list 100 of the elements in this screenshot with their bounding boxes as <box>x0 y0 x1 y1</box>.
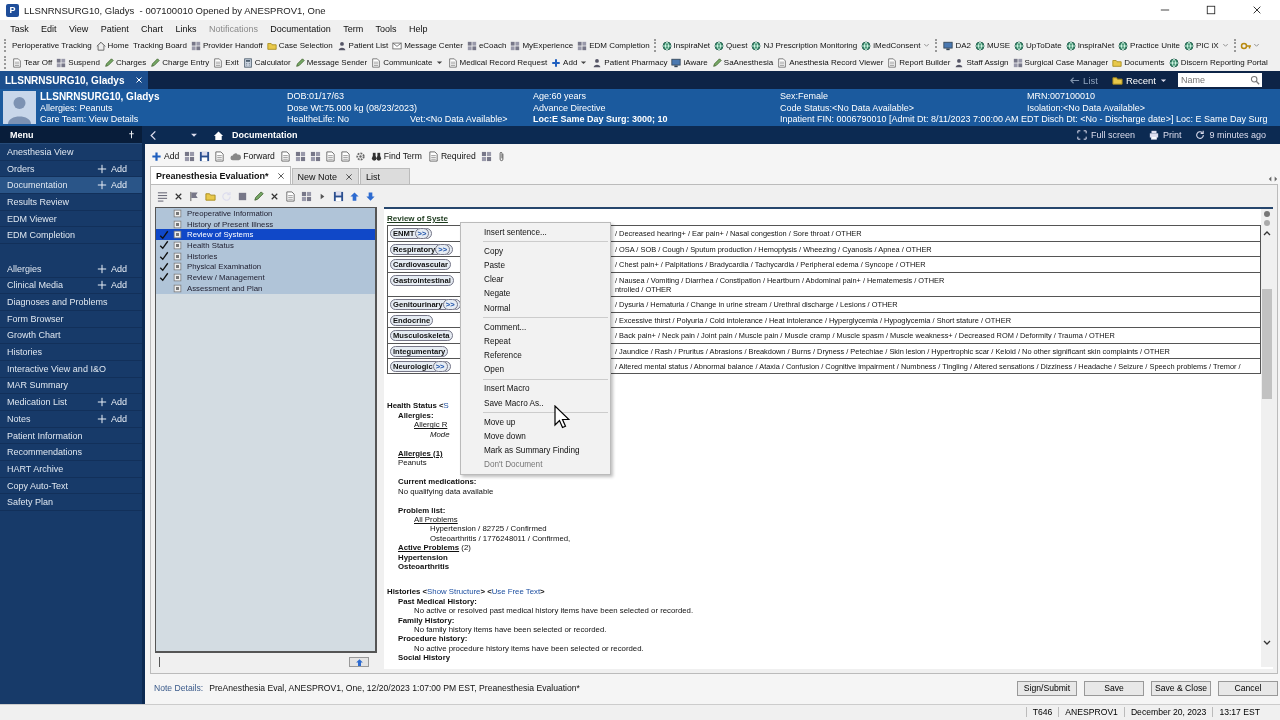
toolbar-button[interactable]: iAware <box>669 55 710 70</box>
grid-icon[interactable] <box>301 190 312 202</box>
gear-icon[interactable] <box>354 150 366 162</box>
toolbar-button[interactable]: PIC iX <box>1181 38 1221 53</box>
toolbar-button[interactable]: Add <box>549 55 591 70</box>
toolbar-button[interactable]: Discern Reporting Portal <box>1166 55 1270 70</box>
document-tab[interactable]: New Note <box>291 168 360 184</box>
sidebar-item[interactable]: Documentation Add <box>0 177 142 195</box>
document-tab[interactable]: List <box>360 168 411 184</box>
toolbar-button[interactable]: Communicate <box>369 55 446 70</box>
menu-item[interactable]: Negate <box>461 286 610 301</box>
sidebar-item[interactable]: Clinical Media Add <box>0 277 142 295</box>
scroll-top-button[interactable] <box>349 657 369 667</box>
pencil-icon[interactable] <box>253 190 264 202</box>
sidebar-item[interactable]: Allergies Add <box>0 260 142 278</box>
care-team-link[interactable]: Care Team: View Details <box>40 114 287 126</box>
toolbar-button[interactable]: Quest <box>712 38 750 53</box>
add-button[interactable]: Add <box>97 413 127 424</box>
menu-item[interactable]: Save Macro As.. <box>461 396 610 411</box>
toolbar-button[interactable]: Documents <box>1110 55 1167 70</box>
action-button[interactable]: Save <box>1084 680 1144 696</box>
menu-item[interactable]: Paste <box>461 258 610 273</box>
toolbar-link[interactable]: 9 minutes ago <box>1195 130 1266 140</box>
toolbar-button[interactable]: Forward <box>229 150 276 162</box>
menu-item[interactable]: Clear <box>461 272 610 287</box>
add-button[interactable]: Add <box>97 280 127 291</box>
menu-item[interactable]: Open <box>461 362 610 377</box>
recent-menu[interactable]: Recent <box>1111 74 1168 86</box>
toolbar-button[interactable]: iMedConsent <box>859 38 923 53</box>
menu-item[interactable]: Normal <box>461 300 610 316</box>
menu-item[interactable]: Documentation <box>264 23 338 34</box>
menu-item[interactable]: Links <box>169 23 203 34</box>
document-icon[interactable] <box>285 190 296 202</box>
document-icon[interactable] <box>324 150 336 162</box>
add-button[interactable]: Add <box>97 163 127 174</box>
menu-item[interactable]: Reference <box>461 348 610 363</box>
sidebar-item[interactable]: Medication List Add <box>0 394 142 411</box>
toolbar-button[interactable]: Surgical Case Manager <box>1010 55 1111 70</box>
menu-item[interactable]: Patient <box>94 23 135 34</box>
menu-item[interactable]: Copy <box>461 244 610 259</box>
menu-item[interactable]: View <box>62 23 95 34</box>
toolbar-button[interactable]: Home <box>93 38 131 53</box>
menu-item[interactable]: Help <box>402 23 434 34</box>
toolbar-button[interactable]: Exit <box>211 55 241 70</box>
action-button[interactable]: Save & Close <box>1151 680 1211 696</box>
scroll-arrows-icon[interactable] <box>1268 174 1278 184</box>
toolbar-button[interactable]: Message Center <box>390 38 465 53</box>
grid-icon[interactable] <box>294 150 306 162</box>
grid-icon[interactable] <box>184 150 196 162</box>
menu-item[interactable]: Chart <box>134 23 170 34</box>
toolbar-button[interactable]: SaAnesthesia <box>709 55 776 70</box>
toolbar-button[interactable]: Anesthesia Record Viewer <box>775 55 886 70</box>
toolbar-button[interactable]: Practice Unite <box>1116 38 1182 53</box>
menu-item[interactable]: Move down <box>461 429 610 444</box>
toolbar-button[interactable]: eCoach <box>464 38 509 53</box>
toolbar-button[interactable]: MUSE <box>972 38 1013 53</box>
toolbar-button[interactable]: Charges <box>101 55 149 70</box>
toolbar-button[interactable]: Medical Record Request <box>445 55 550 70</box>
toolbar-button[interactable]: Provider Handoff <box>188 38 265 53</box>
pin-icon[interactable] <box>127 130 136 139</box>
floppy-icon[interactable] <box>199 150 211 162</box>
square-icon[interactable] <box>237 190 248 202</box>
toolbar-button[interactable]: Message Sender <box>292 55 370 70</box>
grid-icon[interactable] <box>309 150 321 162</box>
toolbar-button[interactable]: MyExperience <box>508 38 576 53</box>
vertical-scrollbar[interactable] <box>1261 209 1273 667</box>
menu-item[interactable]: Term <box>337 23 370 34</box>
house-icon[interactable] <box>213 129 224 141</box>
action-button[interactable]: Sign/Submit <box>1017 680 1077 696</box>
toolbar-button[interactable]: Tear Off <box>10 55 55 70</box>
menu-item[interactable]: Task <box>4 23 35 34</box>
toolbar-button[interactable]: Patient List <box>334 38 391 53</box>
toolbar-button[interactable]: NJ Prescription Monitoring <box>749 38 860 53</box>
toolbar-link[interactable]: Print <box>1148 130 1182 140</box>
menu-item[interactable]: Comment... <box>461 320 610 335</box>
menu-item[interactable]: Tools <box>369 23 403 34</box>
toolbar-button[interactable]: Report Builder <box>885 55 953 70</box>
toolbar-button[interactable]: Case Selection <box>264 38 335 53</box>
add-button[interactable]: Add <box>97 180 127 191</box>
toolbar-link[interactable]: Full screen <box>1076 130 1135 140</box>
patient-search-field[interactable]: Name <box>1178 73 1248 87</box>
add-button[interactable]: Add <box>97 397 127 408</box>
floppy-icon[interactable] <box>333 190 344 202</box>
toolbar-button[interactable]: InspiraNet <box>659 38 713 53</box>
flag-icon[interactable] <box>189 190 200 202</box>
document-tab[interactable]: Preanesthesia Evaluation* <box>150 166 291 184</box>
add-button[interactable]: Add <box>97 263 127 274</box>
toolbar-button[interactable]: Required <box>426 150 477 162</box>
patient-tab[interactable]: LLSNRNSURG10, Gladys <box>0 71 149 89</box>
sidebar-item[interactable]: Notes Add <box>0 411 142 428</box>
grid-icon[interactable] <box>480 150 492 162</box>
toolbar-button[interactable]: UpToDate <box>1012 38 1064 53</box>
up-arrow-icon[interactable] <box>349 190 360 202</box>
toolbar-button[interactable]: DA2 <box>941 38 973 53</box>
action-button[interactable]: Cancel <box>1218 680 1278 696</box>
folder-icon[interactable] <box>205 190 216 202</box>
menu-item[interactable]: Insert Macro <box>461 381 610 397</box>
menu-item[interactable]: Edit <box>34 23 63 34</box>
toolbar-button[interactable]: Add <box>150 150 181 162</box>
down-arrow-icon[interactable] <box>365 190 376 202</box>
